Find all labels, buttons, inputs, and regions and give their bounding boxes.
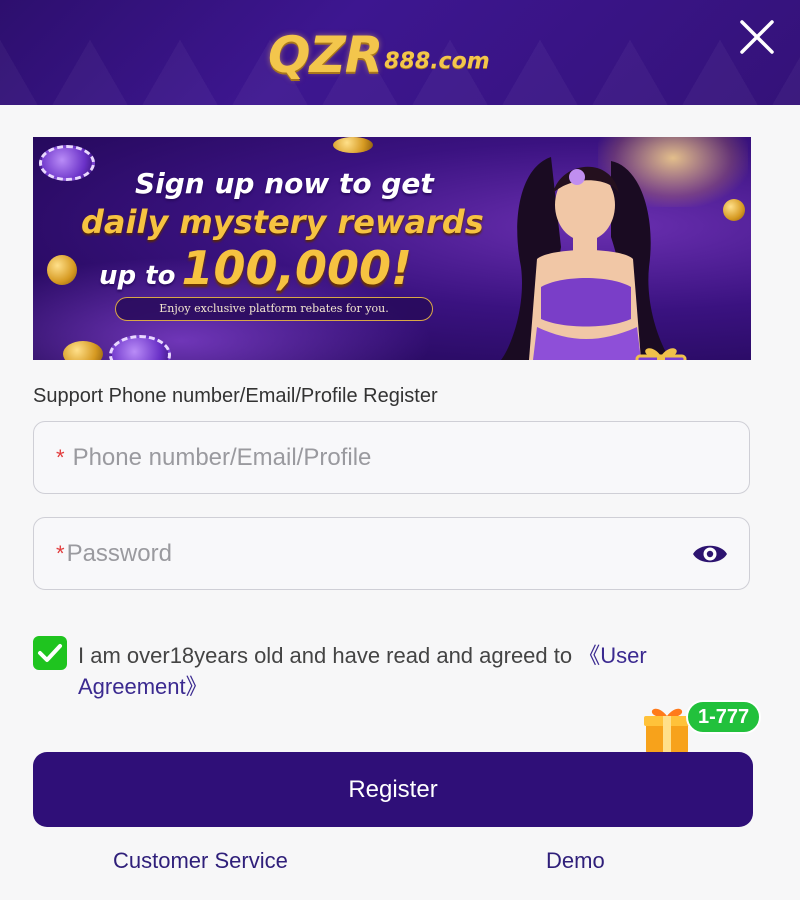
customer-service-link[interactable]: Customer Service	[113, 848, 288, 874]
account-field[interactable]: *	[33, 421, 750, 494]
banner-headline-2: daily mystery rewards	[81, 203, 484, 241]
promo-gift-badge[interactable]: 1-777	[642, 700, 764, 756]
logo-domain-text: 888.com	[384, 49, 490, 74]
required-asterisk: *	[56, 444, 65, 470]
promo-badge-label: 1-777	[686, 700, 762, 734]
banner-amount: 100,000!	[181, 241, 412, 295]
gift-box-icon	[635, 348, 687, 360]
account-input[interactable]	[72, 443, 673, 472]
gold-coin-icon	[63, 341, 103, 360]
close-icon[interactable]	[738, 18, 776, 56]
banner-subtitle: Enjoy exclusive platform rebates for you…	[115, 297, 433, 321]
required-asterisk: *	[56, 540, 65, 566]
password-input[interactable]	[66, 539, 667, 568]
register-button[interactable]: Register	[33, 752, 753, 827]
gold-coin-icon	[723, 199, 745, 221]
gold-coin-icon	[333, 137, 373, 153]
casino-hostess-illustration	[501, 157, 671, 360]
logo-main-text: QZR	[268, 26, 383, 84]
support-register-hint: Support Phone number/Email/Profile Regis…	[33, 385, 438, 407]
gold-coin-icon	[47, 255, 77, 285]
banner-upto: up to	[99, 261, 176, 291]
casino-chip-icon	[39, 145, 95, 181]
agree-checkbox[interactable]	[33, 636, 67, 670]
banner-headline-3: up to 100,000!	[99, 241, 412, 295]
agreement-text: I am over18years old and have read and a…	[78, 640, 728, 702]
agreement-statement: I am over18years old and have read and a…	[78, 643, 579, 668]
header-bar: QZR 888.com	[0, 0, 800, 105]
password-field[interactable]: *	[33, 517, 750, 590]
checkmark-icon	[38, 644, 62, 662]
banner-headline-1: Sign up now to get	[135, 167, 434, 200]
gift-icon	[644, 708, 690, 754]
promo-banner[interactable]: Sign up now to get daily mystery rewards…	[33, 137, 751, 360]
brand-logo: QZR 888.com	[268, 22, 490, 82]
eye-icon[interactable]	[691, 540, 729, 568]
demo-link[interactable]: Demo	[546, 848, 605, 874]
